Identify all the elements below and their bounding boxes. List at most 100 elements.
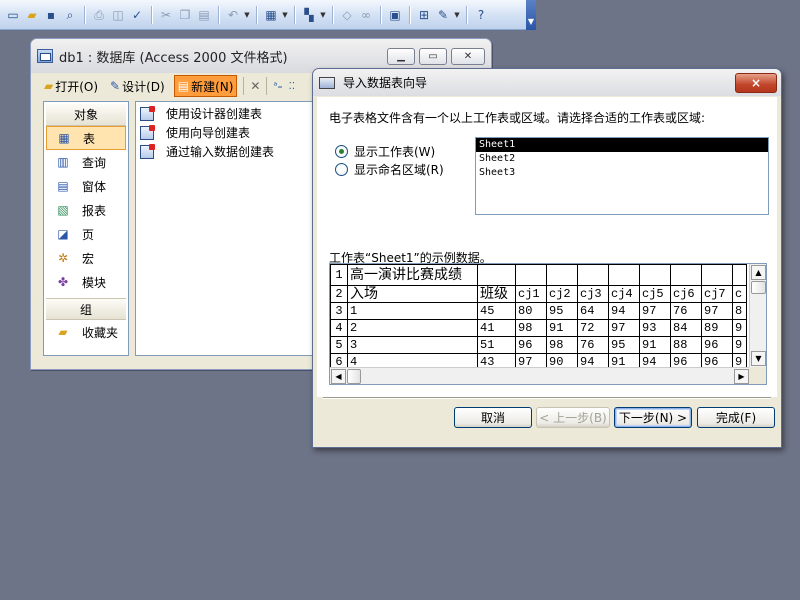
scroll-left-icon[interactable]: ◀ [331, 369, 346, 384]
scroll-up-icon[interactable]: ▲ [751, 265, 766, 280]
table-icon: ▦ [58, 131, 70, 145]
grid-cell: cj1 [515, 285, 547, 303]
show-ranges-radio[interactable] [335, 163, 348, 176]
toolbar-divider [266, 77, 268, 95]
grid-cell: cj6 [670, 285, 702, 303]
show-ranges-label: 显示命名区域(R) [354, 163, 444, 177]
object-modules[interactable]: ✤ 模块 [46, 270, 126, 294]
small-icons-icon[interactable]: ⁚⁚ [289, 81, 295, 92]
scroll-thumb[interactable] [751, 281, 766, 294]
properties-icon[interactable]: ▣ [386, 6, 404, 24]
wizard-close-button[interactable]: × [735, 72, 777, 93]
new-label: 新建(N) [191, 79, 234, 94]
grid-cell: 64 [577, 302, 609, 320]
copy-icon[interactable]: ❐ [176, 6, 194, 24]
sheet-item[interactable]: Sheet3 [476, 166, 768, 180]
vertical-scrollbar[interactable]: ▲ ▼ [749, 264, 766, 367]
grid-cell: 98 [515, 319, 547, 337]
open-label: 打开(O) [55, 79, 99, 94]
next-button[interactable]: 下一步(N) > [614, 407, 692, 428]
script-icon[interactable]: ∞ [357, 6, 375, 24]
undo-icon[interactable]: ↶ [224, 6, 242, 24]
group-favorites[interactable]: ▰ 收藏夹 [46, 320, 126, 344]
help-icon[interactable]: ? [472, 6, 490, 24]
back-button[interactable]: < 上一步(B) [536, 407, 610, 428]
object-reports[interactable]: ▧ 报表 [46, 198, 126, 222]
report-icon: ▧ [57, 203, 69, 217]
toolbar-options-icon[interactable]: ▼ [526, 0, 536, 30]
grid-cell: cj2 [546, 285, 578, 303]
close-button[interactable]: ✕ [451, 47, 485, 65]
open-button[interactable]: ▰ 打开(O) [41, 75, 101, 97]
grid-row: 1 高一演讲比赛成绩 [330, 264, 747, 286]
new-button[interactable]: ▤ 新建(N) [173, 75, 238, 97]
analyze-dropdown-icon[interactable]: ▼ [319, 6, 327, 24]
grid-cell: 90 [546, 353, 578, 367]
show-ranges-option[interactable]: 显示命名区域(R) [335, 161, 444, 178]
horizontal-scrollbar[interactable]: ◀ ▶ [330, 367, 750, 384]
sheet-item[interactable]: Sheet1 [476, 138, 768, 152]
object-pages[interactable]: ◪ 页 [46, 222, 126, 246]
list-item[interactable]: 使用向导创建表 [140, 123, 310, 142]
list-item[interactable]: 通过输入数据创建表 [140, 142, 310, 161]
grid-cell: 入场 [347, 285, 478, 303]
object-queries[interactable]: ▥ 查询 [46, 150, 126, 174]
analyze-icon[interactable]: ▚ [300, 6, 318, 24]
grid-cell [670, 264, 702, 286]
design-icon: ✎ [110, 79, 121, 93]
print-icon[interactable]: ⎙ [90, 6, 108, 24]
grid-cell: 80 [515, 302, 547, 320]
sheet-listbox[interactable]: Sheet1 Sheet2 Sheet3 [475, 137, 769, 215]
macro-icon: ✲ [57, 251, 69, 265]
paste-icon[interactable]: ▤ [195, 6, 213, 24]
print-preview-icon[interactable]: ◫ [109, 6, 127, 24]
grid-cell: 95 [608, 336, 640, 354]
finish-button[interactable]: 完成(F) [697, 407, 775, 428]
large-icons-icon[interactable]: ᵃ₌ [273, 81, 282, 92]
office-links-dropdown-icon[interactable]: ▼ [281, 6, 289, 24]
show-sheets-option[interactable]: 显示工作表(W) [335, 143, 435, 160]
relationships-icon[interactable]: ⊞ [415, 6, 433, 24]
new-icon[interactable]: ▭ [4, 6, 22, 24]
minimize-button[interactable]: ▁ [387, 47, 415, 65]
sheet-item[interactable]: Sheet2 [476, 152, 768, 166]
cancel-button[interactable]: 取消 [454, 407, 532, 428]
scroll-thumb[interactable] [347, 369, 361, 384]
open-icon[interactable]: ▰ [23, 6, 41, 24]
new-object-dropdown-icon[interactable]: ▼ [453, 6, 461, 24]
code-icon[interactable]: ◇ [338, 6, 356, 24]
restore-button[interactable]: ▭ [419, 47, 447, 65]
database-title: db1 : 数据库 (Access 2000 文件格式) [59, 50, 288, 66]
list-item-label: 通过输入数据创建表 [166, 145, 275, 159]
grid-cell: 93 [639, 319, 671, 337]
wizard-titlebar[interactable]: 导入数据表向导 × [313, 69, 781, 96]
page-icon: ◪ [57, 227, 69, 241]
new-object-icon[interactable]: ✎ [434, 6, 452, 24]
object-forms[interactable]: ▤ 窗体 [46, 174, 126, 198]
grid-cell [515, 264, 547, 286]
search-icon[interactable]: ⌕ [61, 6, 79, 24]
spelling-icon[interactable]: ✓ [128, 6, 146, 24]
object-list: 使用设计器创建表 使用向导创建表 通过输入数据创建表 [135, 101, 315, 356]
save-icon[interactable]: ▪ [42, 6, 60, 24]
objects-header[interactable]: 对象 [46, 104, 126, 126]
toolbar-divider [256, 5, 257, 24]
object-macros[interactable]: ✲ 宏 [46, 246, 126, 270]
toolbar-divider [409, 5, 410, 24]
grid-cell: cj7 [701, 285, 733, 303]
groups-header[interactable]: 组 [46, 298, 126, 320]
office-links-icon[interactable]: ▦ [262, 6, 280, 24]
list-item[interactable]: 使用设计器创建表 [140, 104, 310, 123]
object-label: 页 [82, 227, 95, 242]
show-sheets-radio[interactable] [335, 145, 348, 158]
object-tables[interactable]: ▦ 表 [46, 126, 126, 150]
cut-icon[interactable]: ✂ [157, 6, 175, 24]
grid-cell: 97 [515, 353, 547, 367]
design-button[interactable]: ✎ 设计(D) [107, 75, 168, 97]
scroll-down-icon[interactable]: ▼ [751, 351, 766, 366]
grid-cell: 9 [732, 353, 747, 367]
undo-dropdown-icon[interactable]: ▼ [243, 6, 251, 24]
scroll-right-icon[interactable]: ▶ [734, 369, 749, 384]
delete-icon[interactable]: ✕ [250, 79, 260, 93]
module-icon: ✤ [57, 275, 69, 289]
